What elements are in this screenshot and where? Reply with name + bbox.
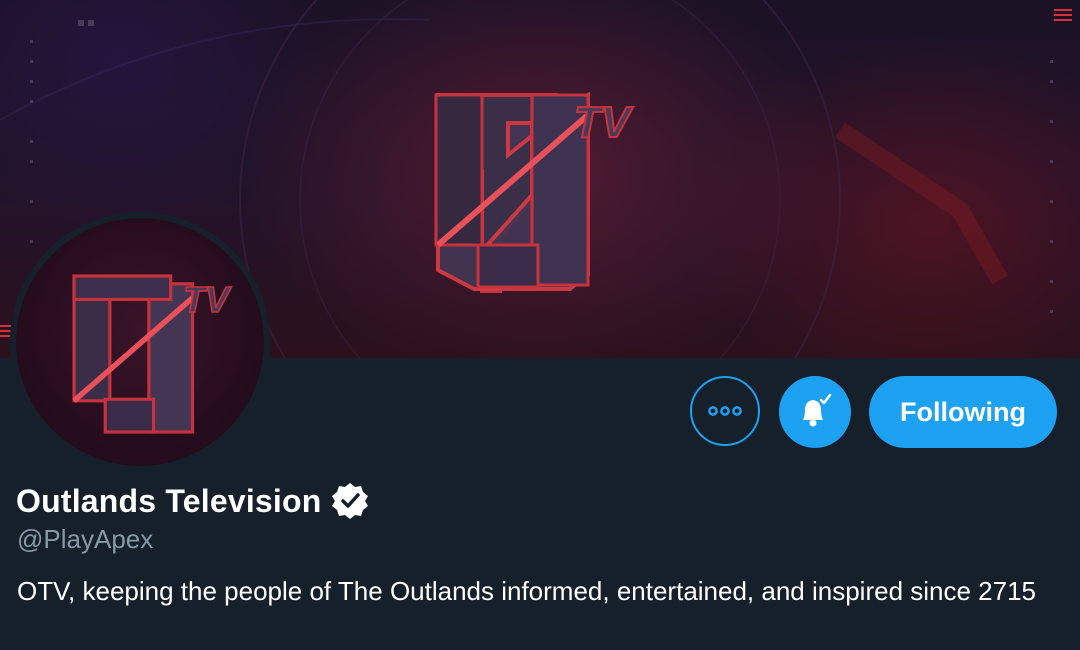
profile-handle: @PlayApex (17, 524, 154, 554)
display-name: Outlands Television (16, 482, 322, 519)
svg-text:TV: TV (183, 280, 232, 320)
banner-stripes (1054, 6, 1072, 24)
otv-logo: TV (434, 91, 635, 293)
verified-badge-icon (331, 483, 368, 519)
notifications-button[interactable] (779, 376, 851, 448)
bell-check-icon (803, 393, 832, 427)
avatar-logo: TV (72, 274, 233, 434)
svg-text:TV: TV (574, 98, 634, 147)
more-horizontal-icon (708, 406, 742, 416)
avatar[interactable]: TV (16, 218, 264, 466)
following-button[interactable]: Following (869, 376, 1057, 448)
profile-bio: OTV, keeping the people of The Outlands … (17, 576, 1037, 606)
name-row: Outlands Television (16, 481, 370, 521)
profile-avatar-frame[interactable]: TV (10, 212, 270, 472)
more-options-button[interactable] (690, 376, 760, 446)
